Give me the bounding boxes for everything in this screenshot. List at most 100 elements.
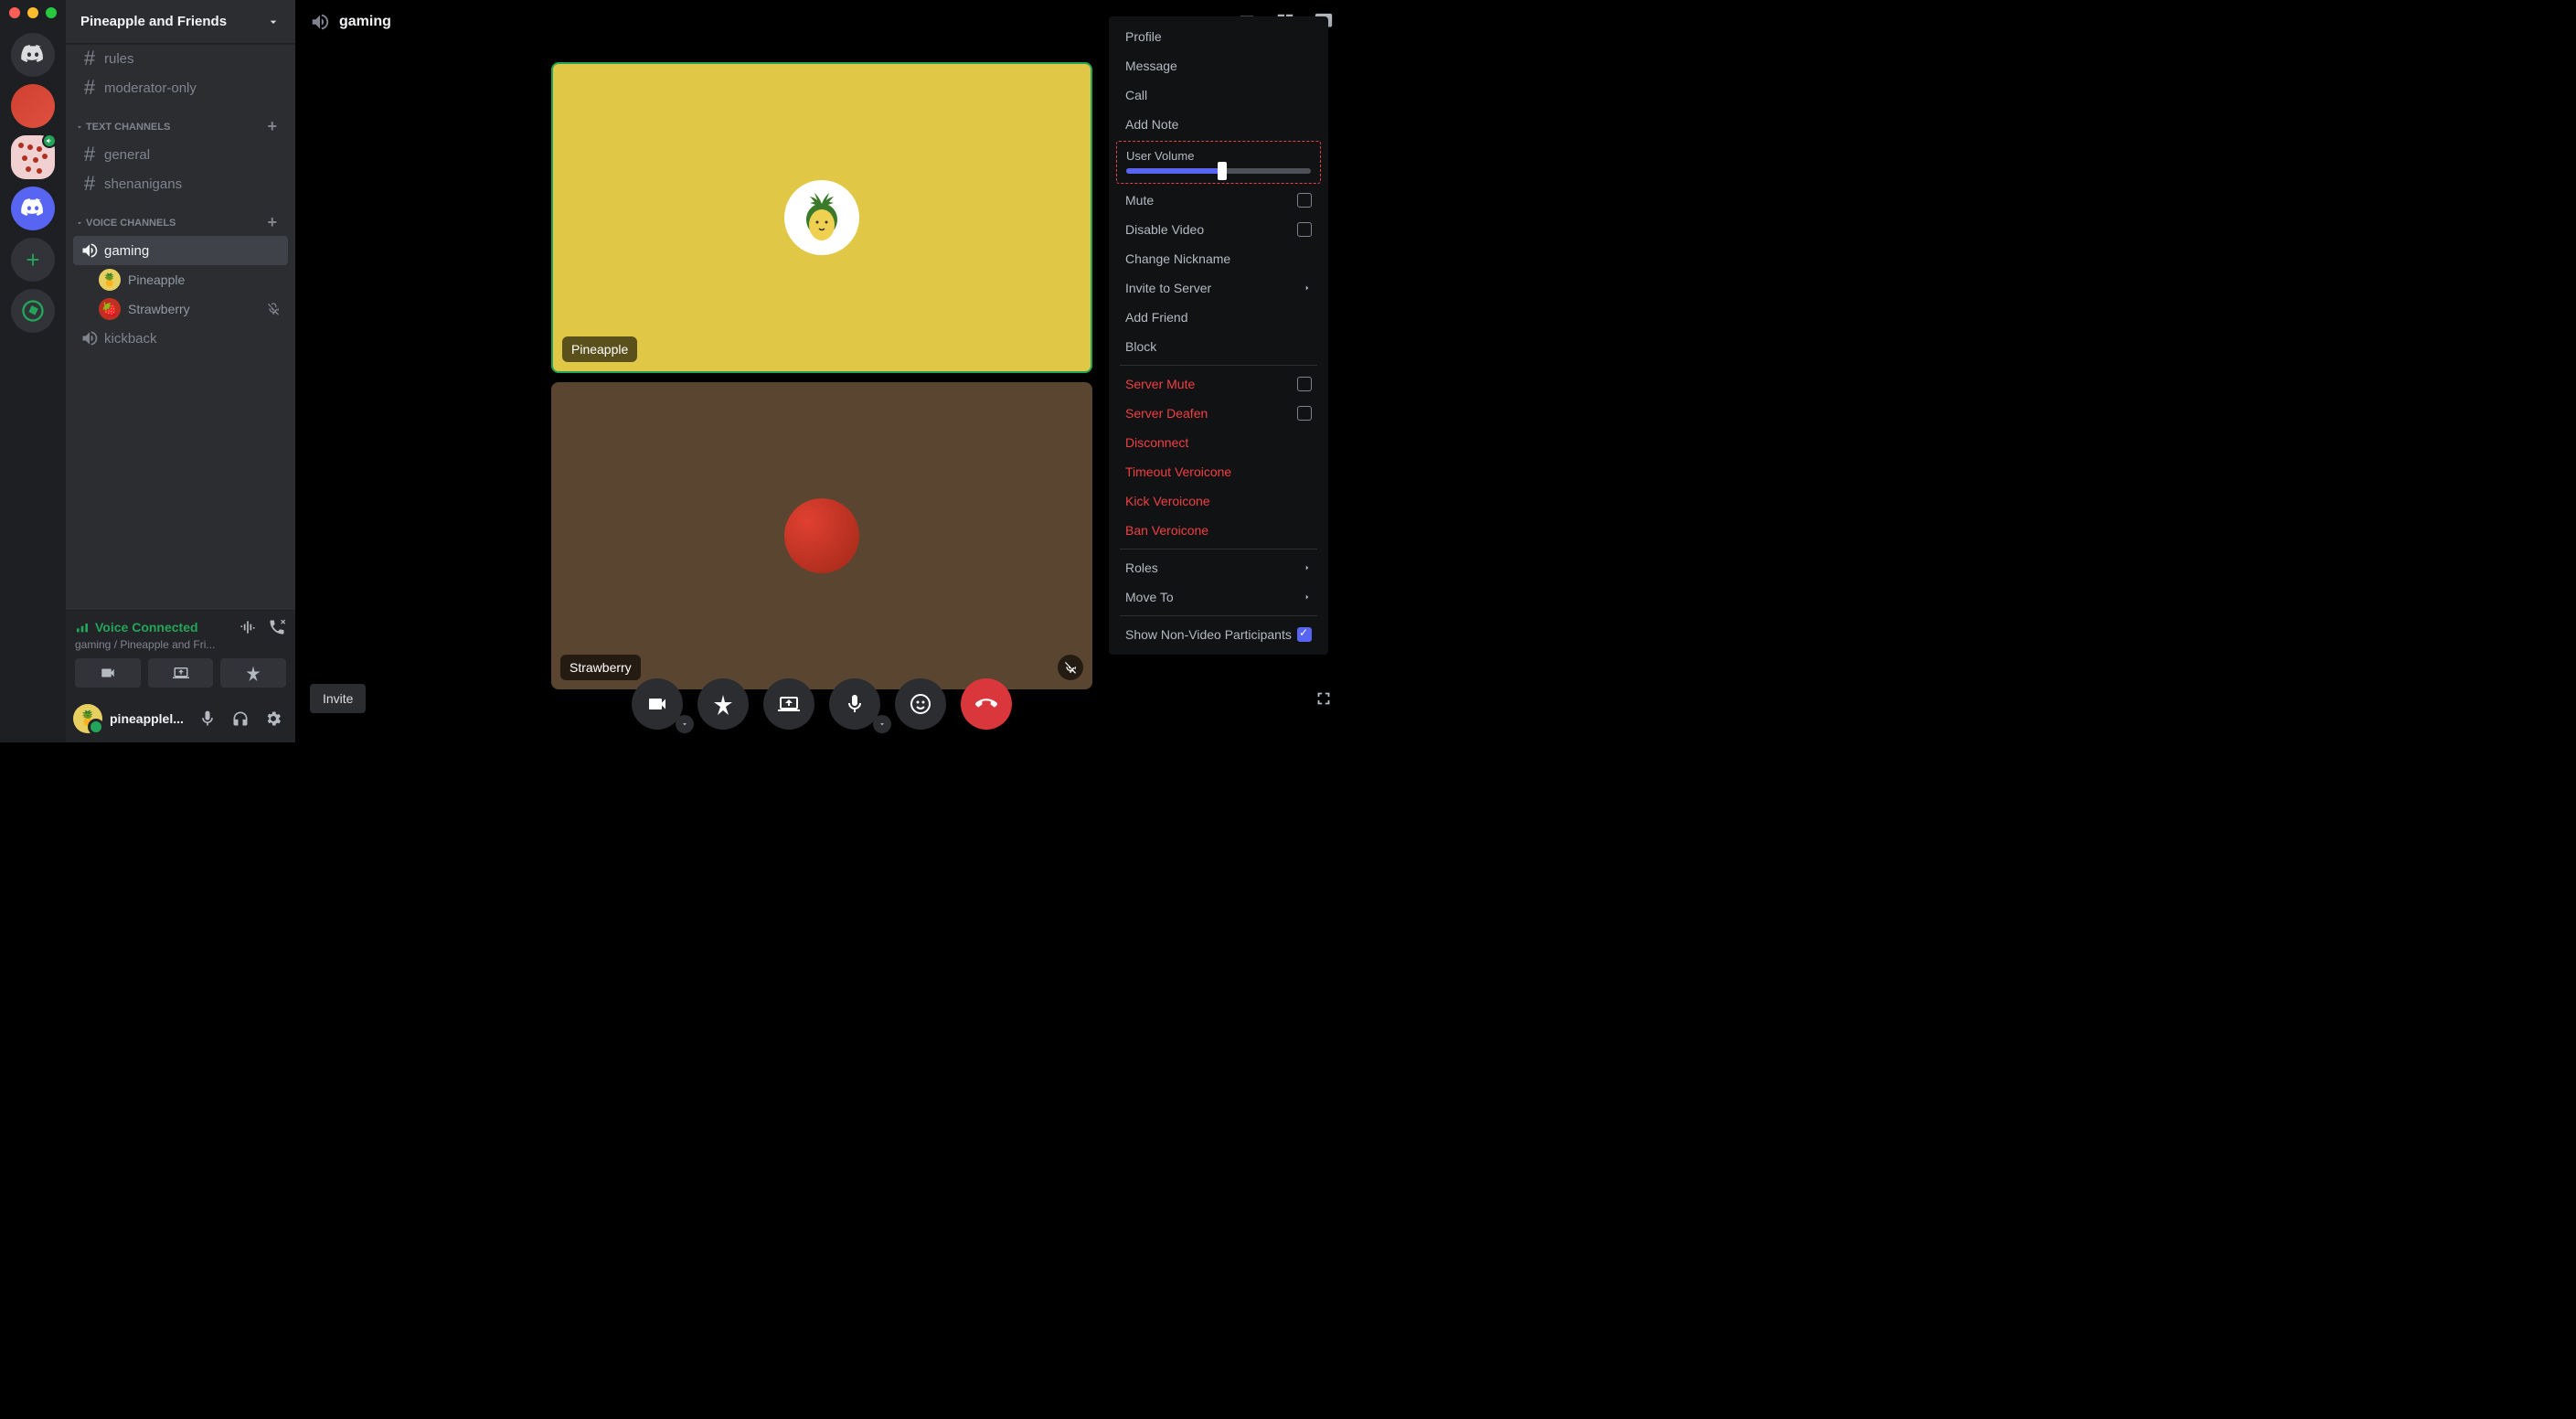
chevron-right-icon — [1303, 560, 1312, 575]
menu-disconnect[interactable]: Disconnect — [1116, 428, 1321, 457]
avatar — [784, 180, 859, 255]
voice-channel-kickback[interactable]: kickback — [73, 324, 288, 353]
invite-button[interactable]: Invite — [310, 684, 366, 713]
menu-server-deafen[interactable]: Server Deafen — [1116, 399, 1321, 428]
checkbox-icon — [1297, 193, 1312, 208]
chevron-right-icon — [1303, 590, 1312, 604]
speaker-icon — [80, 241, 99, 260]
channel-sidebar: Pineapple and Friends #rules #moderator-… — [66, 0, 295, 742]
voice-badge-icon — [42, 133, 57, 148]
fullscreen-button[interactable] — [1314, 688, 1334, 713]
user-name[interactable]: pineapplel... — [110, 711, 186, 726]
server-list: + — [0, 0, 66, 742]
category-voice-channels[interactable]: VOICE CHANNELS + — [73, 198, 288, 236]
menu-add-note[interactable]: Add Note — [1116, 110, 1321, 139]
voice-status-text: Voice Connected — [95, 620, 198, 635]
speaker-icon — [310, 12, 330, 32]
server-icon-active[interactable] — [11, 135, 55, 179]
menu-block[interactable]: Block — [1116, 332, 1321, 361]
menu-roles[interactable]: Roles — [1116, 553, 1321, 582]
menu-message[interactable]: Message — [1116, 51, 1321, 80]
screenshare-button[interactable] — [763, 678, 814, 730]
avatar: 🍓 — [99, 298, 121, 320]
menu-timeout[interactable]: Timeout Veroicone — [1116, 457, 1321, 486]
camera-toggle-button[interactable] — [632, 678, 683, 730]
user-volume-slider[interactable] — [1126, 168, 1311, 174]
mic-toggle-button[interactable] — [829, 678, 880, 730]
menu-change-nickname[interactable]: Change Nickname — [1116, 244, 1321, 273]
channel-moderator-only[interactable]: #moderator-only — [73, 73, 288, 102]
server-header[interactable]: Pineapple and Friends — [66, 0, 295, 44]
user-avatar[interactable]: 🍍 — [73, 704, 102, 733]
checkbox-checked-icon — [1297, 627, 1312, 642]
screenshare-button[interactable] — [148, 658, 214, 688]
voice-user-pineapple[interactable]: 🍍 Pineapple — [73, 265, 288, 294]
activity-button[interactable] — [697, 678, 749, 730]
add-channel-button[interactable]: + — [267, 213, 284, 232]
server-icon-1[interactable] — [11, 84, 55, 128]
deafen-button[interactable] — [226, 704, 255, 733]
voice-user-strawberry[interactable]: 🍓 Strawberry — [73, 294, 288, 324]
dm-home-icon[interactable] — [11, 33, 55, 77]
menu-ban[interactable]: Ban Veroicone — [1116, 516, 1321, 545]
speaker-icon — [80, 329, 99, 347]
tile-label: Strawberry — [560, 655, 641, 680]
camera-button[interactable] — [75, 658, 141, 688]
channel-general[interactable]: #general — [73, 140, 288, 169]
menu-mute[interactable]: Mute — [1116, 186, 1321, 215]
menu-server-mute[interactable]: Server Mute — [1116, 369, 1321, 399]
server-discord-icon[interactable] — [11, 187, 55, 230]
window-close[interactable] — [9, 7, 20, 18]
reactions-button[interactable] — [895, 678, 946, 730]
user-context-menu: Profile Message Call Add Note User Volum… — [1109, 16, 1328, 655]
menu-move-to[interactable]: Move To — [1116, 582, 1321, 612]
hash-icon: # — [80, 79, 99, 97]
avatar: 🍍 — [99, 269, 121, 291]
voice-channel-gaming[interactable]: gaming — [73, 236, 288, 265]
channel-shenanigans[interactable]: #shenanigans — [73, 169, 288, 198]
mic-muted-icon — [266, 302, 281, 316]
disconnect-icon[interactable] — [268, 618, 286, 636]
checkbox-icon — [1297, 377, 1312, 391]
menu-disable-video[interactable]: Disable Video — [1116, 215, 1321, 244]
add-channel-button[interactable]: + — [267, 117, 284, 136]
menu-add-friend[interactable]: Add Friend — [1116, 303, 1321, 332]
noise-suppression-icon[interactable] — [239, 618, 257, 636]
menu-invite-to-server[interactable]: Invite to Server — [1116, 273, 1321, 303]
explore-servers-button[interactable] — [11, 289, 55, 333]
hash-icon: # — [80, 175, 99, 193]
add-server-button[interactable]: + — [11, 238, 55, 282]
channel-rules[interactable]: #rules — [73, 44, 288, 73]
mic-muted-icon — [1058, 655, 1083, 680]
menu-show-non-video[interactable]: Show Non-Video Participants — [1116, 620, 1321, 649]
menu-profile[interactable]: Profile — [1116, 22, 1321, 51]
chevron-down-icon[interactable] — [873, 715, 891, 733]
user-panel: 🍍 pineapplel... — [66, 695, 295, 742]
menu-kick[interactable]: Kick Veroicone — [1116, 486, 1321, 516]
chevron-down-icon — [75, 219, 84, 228]
window-maximize[interactable] — [46, 7, 57, 18]
channel-title: gaming — [339, 14, 391, 30]
chevron-down-icon — [75, 123, 84, 132]
settings-button[interactable] — [259, 704, 288, 733]
server-name: Pineapple and Friends — [80, 14, 227, 29]
menu-call[interactable]: Call — [1116, 80, 1321, 110]
user-volume-section: User Volume — [1116, 141, 1321, 184]
video-tile-pineapple[interactable]: Pineapple — [551, 62, 1092, 373]
voice-sub-text: gaming / Pineapple and Fri... — [75, 638, 286, 651]
divider — [1120, 365, 1317, 366]
activity-button[interactable] — [220, 658, 286, 688]
voice-connected-panel: Voice Connected gaming / Pineapple and F… — [66, 610, 295, 695]
category-text-channels[interactable]: TEXT CHANNELS + — [73, 102, 288, 140]
window-minimize[interactable] — [27, 7, 38, 18]
checkbox-icon — [1297, 222, 1312, 237]
video-tile-strawberry[interactable]: Strawberry — [551, 382, 1092, 689]
call-controls — [632, 678, 1012, 730]
chevron-down-icon[interactable] — [676, 715, 694, 733]
chevron-down-icon — [266, 15, 281, 29]
chevron-right-icon — [1303, 281, 1312, 295]
disconnect-button[interactable] — [961, 678, 1012, 730]
hash-icon: # — [80, 145, 99, 164]
divider — [1120, 615, 1317, 616]
mute-mic-button[interactable] — [193, 704, 222, 733]
